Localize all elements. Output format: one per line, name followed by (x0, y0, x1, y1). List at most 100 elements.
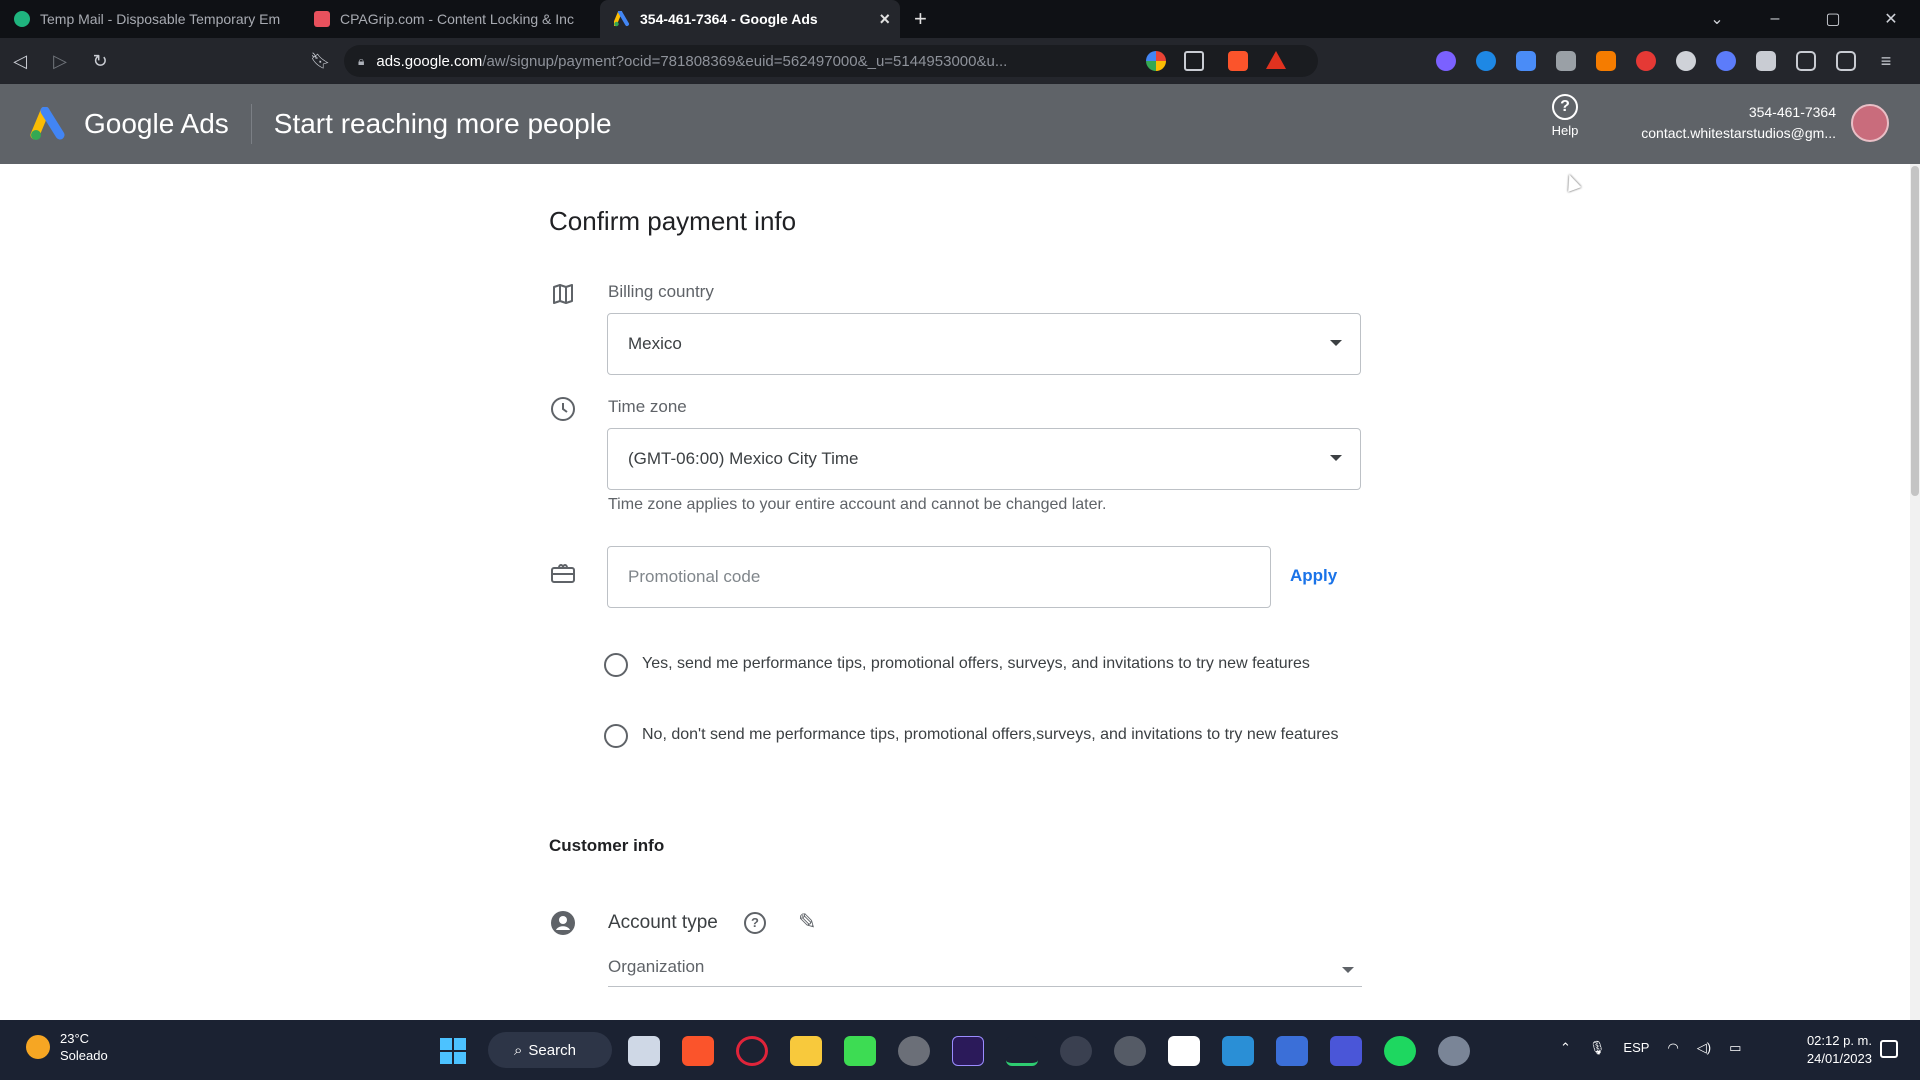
scrollbar-thumb[interactable] (1911, 166, 1919, 496)
clock[interactable]: 02:12 p. m. 24/01/2023 (1790, 1032, 1872, 1068)
weather-condition: Soleado (60, 1048, 108, 1063)
app-icon-2[interactable] (1330, 1036, 1362, 1066)
opera-icon[interactable] (736, 1036, 768, 1066)
extension-4-icon[interactable] (1596, 51, 1616, 71)
chrome-icon[interactable] (1114, 1036, 1146, 1066)
extension-7-icon[interactable] (1716, 51, 1736, 71)
app-icon[interactable] (1006, 1036, 1038, 1066)
tab-title: CPAGrip.com - Content Locking & Inc (340, 11, 574, 27)
extensions-puzzle-icon[interactable] (1756, 51, 1776, 71)
clock-icon (549, 396, 577, 424)
search-label: Search (528, 1041, 576, 1059)
brave-rewards-icon[interactable] (1266, 51, 1286, 69)
obs-icon[interactable] (898, 1036, 930, 1066)
forward-icon[interactable]: ▷ (40, 51, 80, 72)
new-tab-icon[interactable]: + (914, 6, 927, 32)
radio-no-tips[interactable] (604, 724, 628, 748)
taskbar-search[interactable]: ⌕ Search (488, 1032, 612, 1068)
close-tab-icon[interactable]: × (879, 9, 890, 30)
account-id: 354-461-7364 (1748, 104, 1836, 120)
notification-icon[interactable] (1880, 1040, 1898, 1058)
menu-icon[interactable]: ≡ (1876, 51, 1896, 71)
lock-icon: 🔒︎ (358, 53, 365, 68)
ads-header: Google Ads Start reaching more people ? … (0, 84, 1920, 164)
maximize-icon[interactable]: ▢ (1804, 9, 1862, 29)
camtasia-icon[interactable] (844, 1036, 876, 1066)
battery-icon[interactable]: ▭ (1729, 1040, 1741, 1056)
radio-yes-label: Yes, send me performance tips, promotion… (642, 655, 1310, 672)
davinci-resolve-icon[interactable] (1060, 1036, 1092, 1066)
url-host: ads.google.com (376, 52, 483, 70)
brave-shields-icon[interactable] (1228, 51, 1248, 71)
bookmark-icon[interactable]: 🔖︎ (310, 51, 330, 71)
promotional-code-input[interactable] (607, 546, 1271, 608)
extension-6-icon[interactable] (1676, 51, 1696, 71)
avatar[interactable] (1851, 104, 1889, 142)
dropdown-arrow-icon (1330, 340, 1342, 346)
share-icon[interactable] (1184, 51, 1204, 71)
windows-start-icon[interactable] (440, 1038, 466, 1064)
account-email: contact.whitestarstudios@gm... (1641, 125, 1836, 141)
minimize-icon[interactable]: – (1746, 10, 1804, 28)
radio-no-label: No, don't send me performance tips, prom… (642, 726, 1339, 743)
taskbar: 23°C Soleado ⌕ Search ⌃ 🎙︎ ESP ◠ ◁) ▭ 02… (0, 1020, 1920, 1080)
task-view-icon[interactable] (628, 1036, 660, 1066)
dropdown-arrow-icon (1330, 455, 1342, 461)
brave-browser-icon[interactable] (682, 1036, 714, 1066)
microsoft-store-icon[interactable] (1276, 1036, 1308, 1066)
extension-1-icon[interactable] (1436, 51, 1456, 71)
dropdown-arrow-icon (1342, 967, 1354, 973)
radio-yes-tips[interactable] (604, 653, 628, 677)
time-zone-select[interactable]: (GMT-06:00) Mexico City Time (607, 428, 1361, 490)
help-button[interactable]: ? Help (1548, 94, 1582, 138)
account-type-label: Account type (608, 912, 718, 933)
browser-toolbar: ◁ ▷ ↻ 🔖︎ 🔒︎ ads.google.com /aw/signup/pa… (0, 38, 1920, 84)
microphone-icon[interactable]: 🎙︎ (1589, 1040, 1606, 1056)
edit-pencil-icon[interactable]: ✎ (798, 909, 816, 935)
billing-country-label: Billing country (608, 282, 714, 301)
time: 02:12 p. m. (1806, 1033, 1872, 1048)
time-zone-value: (GMT-06:00) Mexico City Time (628, 449, 859, 468)
extension-2-icon[interactable] (1476, 51, 1496, 71)
spotify-icon[interactable] (1384, 1036, 1416, 1066)
brand-name: Google Ads (84, 108, 229, 139)
scrollbar[interactable] (1910, 164, 1920, 1020)
time-zone-label: Time zone (608, 397, 687, 416)
customer-info-heading: Customer info (549, 836, 665, 855)
account-circle-icon (549, 910, 577, 938)
capcut-icon[interactable] (1168, 1036, 1200, 1066)
sidebar-icon[interactable] (1796, 51, 1816, 71)
translate-icon[interactable] (1516, 51, 1536, 71)
premiere-pro-icon[interactable] (952, 1036, 984, 1066)
close-window-icon[interactable]: ✕ (1862, 9, 1920, 29)
google-lens-icon[interactable] (1146, 51, 1166, 71)
wifi-icon[interactable]: ◠ (1667, 1040, 1678, 1056)
tab-title: 354-461-7364 - Google Ads (640, 11, 818, 27)
language-indicator[interactable]: ESP (1623, 1040, 1649, 1056)
google-ads-logo-icon (30, 106, 68, 141)
file-explorer-icon[interactable] (790, 1036, 822, 1066)
search-icon: ⌕ (514, 1041, 523, 1059)
browser-tab-cpagrip[interactable]: CPAGrip.com - Content Locking & Inc (300, 0, 600, 38)
volume-icon[interactable]: ◁) (1697, 1040, 1711, 1056)
back-icon[interactable]: ◁ (0, 51, 40, 72)
reload-icon[interactable]: ↻ (80, 51, 120, 72)
temperature: 23°C (60, 1031, 90, 1046)
chevron-up-icon[interactable]: ⌃ (1560, 1040, 1571, 1056)
wallet-icon[interactable] (1836, 51, 1856, 71)
extension-3-icon[interactable] (1556, 51, 1576, 71)
help-question-icon[interactable]: ? (744, 912, 766, 934)
tab-title: Temp Mail - Disposable Temporary Em (40, 11, 281, 27)
tab-search-chevron-icon[interactable]: ⌄ (1688, 9, 1746, 29)
apply-promo-button[interactable]: Apply (1290, 566, 1337, 586)
extension-5-icon[interactable] (1636, 51, 1656, 71)
settings-gear-icon[interactable] (1438, 1036, 1470, 1066)
browser-tab-tempmail[interactable]: Temp Mail - Disposable Temporary Em (0, 0, 300, 38)
mail-icon[interactable] (1222, 1036, 1254, 1066)
browser-tab-google-ads[interactable]: 354-461-7364 - Google Ads × (600, 0, 900, 38)
account-type-select[interactable]: Organization (608, 957, 1362, 987)
billing-country-select[interactable]: Mexico (607, 313, 1361, 375)
weather-widget[interactable]: 23°C Soleado (26, 1030, 108, 1064)
gift-card-icon (549, 561, 577, 589)
account-info[interactable]: 354-461-7364 contact.whitestarstudios@gm… (1641, 102, 1836, 144)
